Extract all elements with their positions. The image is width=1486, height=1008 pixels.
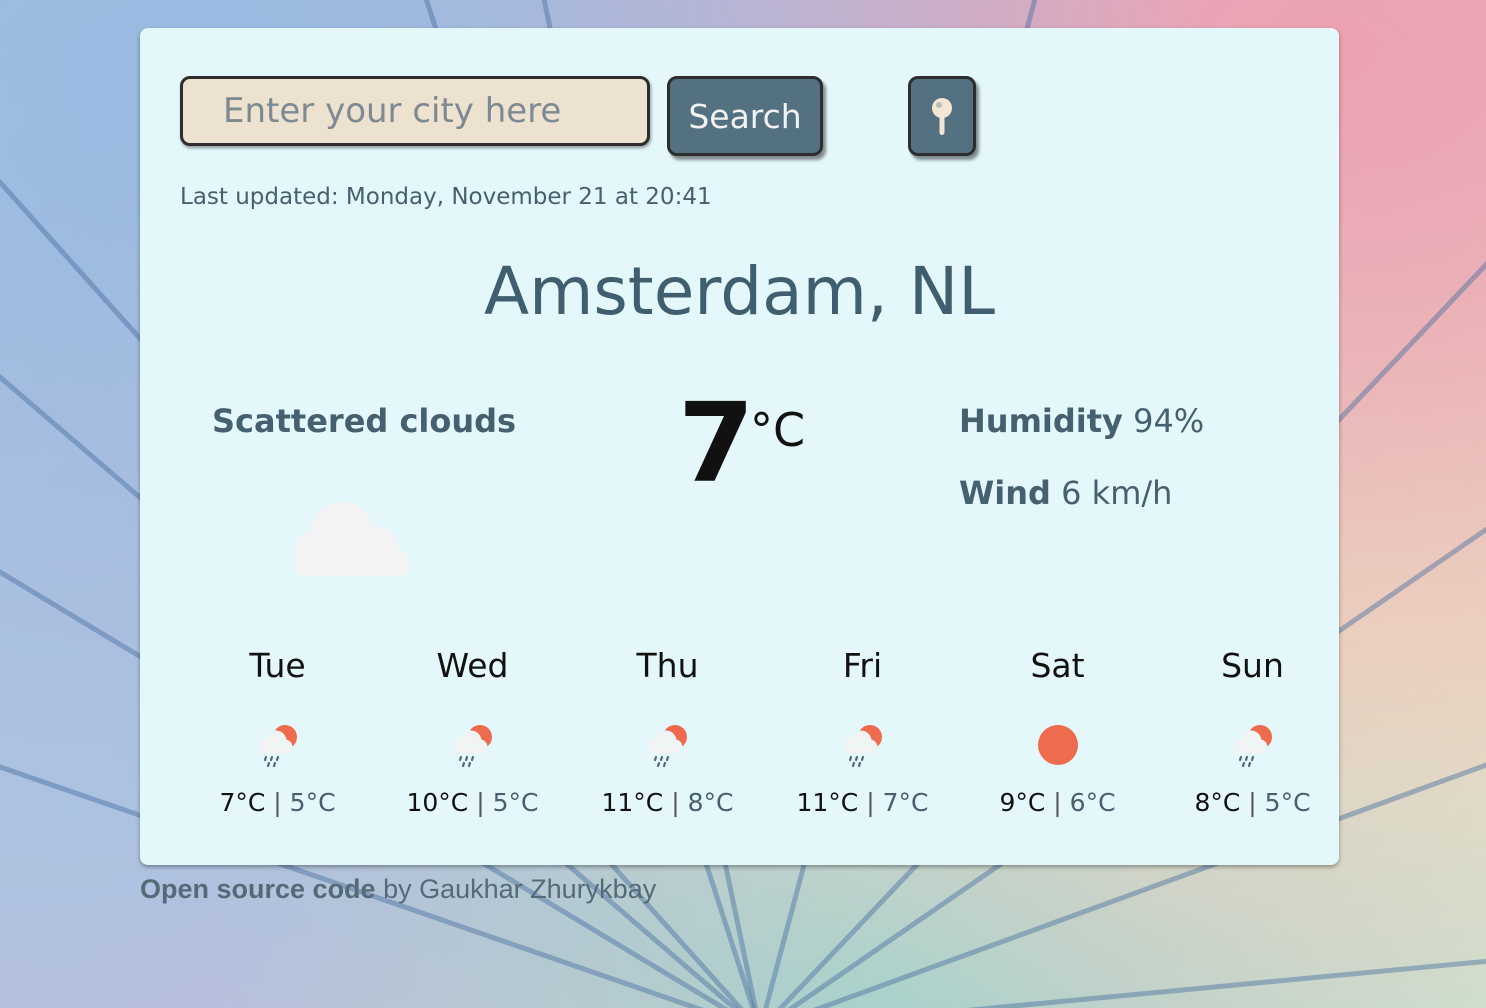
rain-sun-icon: [1232, 725, 1272, 768]
forecast-max: 7°C: [219, 788, 266, 817]
forecast-day-name: Sun: [1221, 646, 1284, 685]
forecast-min: 8°C: [687, 788, 734, 817]
forecast-day: Thu 11°C | 8°C: [570, 644, 765, 817]
wind-value: 6 km/h: [1061, 474, 1173, 512]
forecast-min: 5°C: [1264, 788, 1311, 817]
search-button[interactable]: Search: [667, 76, 823, 156]
forecast-max: 9°C: [999, 788, 1046, 817]
rain-sun-icon: [647, 725, 687, 768]
forecast-day: Sun 8°C | 5°C: [1155, 644, 1350, 817]
forecast-day: Fri 11°C | 7°C: [765, 644, 960, 817]
forecast-temps: 10°C | 5°C: [375, 788, 570, 817]
forecast-day: Tue 7°C | 5°C: [180, 644, 375, 817]
rain-sun-icon: [842, 725, 882, 768]
forecast-separator: |: [1248, 788, 1257, 817]
forecast-day-name: Wed: [436, 646, 509, 685]
forecast-separator: |: [866, 788, 875, 817]
forecast-max: 11°C: [796, 788, 859, 817]
forecast-min: 5°C: [492, 788, 539, 817]
forecast-day-name: Tue: [249, 646, 306, 685]
open-source-link[interactable]: Open source code: [140, 874, 376, 904]
city-search-input[interactable]: [180, 76, 650, 146]
wind: Wind 6 km/h: [959, 474, 1172, 512]
forecast-day-name: Thu: [636, 646, 699, 685]
last-updated-text: Last updated: Monday, November 21 at 20:…: [180, 184, 712, 210]
forecast-temps: 8°C | 5°C: [1155, 788, 1350, 817]
forecast-separator: |: [476, 788, 485, 817]
forecast-separator: |: [671, 788, 680, 817]
footer: Open source code by Gaukhar Zhurykbay: [140, 874, 656, 905]
forecast-day: Wed 10°C | 5°C: [375, 644, 570, 817]
forecast-temps: 9°C | 6°C: [960, 788, 1155, 817]
forecast-max: 8°C: [1194, 788, 1241, 817]
sun-icon: [1037, 725, 1078, 765]
forecast-temps: 7°C | 5°C: [180, 788, 375, 817]
forecast-separator: |: [273, 788, 282, 817]
location-pin-icon: [932, 98, 952, 135]
cloud-icon: [294, 502, 410, 576]
forecast-day-name: Sat: [1030, 646, 1085, 685]
city-name: Amsterdam, NL: [483, 253, 996, 330]
forecast-min: 7°C: [882, 788, 929, 817]
current-temperature: 7: [678, 379, 755, 507]
forecast-max: 11°C: [601, 788, 664, 817]
humidity-label: Humidity: [959, 402, 1123, 440]
rain-sun-icon: [257, 725, 297, 768]
forecast-day: Sat 9°C | 6°C: [960, 644, 1155, 817]
rain-sun-icon: [452, 725, 492, 768]
temperature-unit: °C: [750, 403, 806, 457]
humidity-value: 94%: [1133, 402, 1205, 440]
forecast-min: 5°C: [289, 788, 336, 817]
weather-card: Search Last updated: Monday, November 21…: [140, 28, 1339, 865]
footer-author: by Gaukhar Zhurykbay: [383, 874, 657, 904]
forecast-day-name: Fri: [842, 646, 883, 685]
wind-label: Wind: [959, 474, 1051, 512]
forecast-separator: |: [1053, 788, 1062, 817]
forecast-temps: 11°C | 8°C: [570, 788, 765, 817]
forecast-max: 10°C: [406, 788, 469, 817]
forecast: Tue 7°C | 5°C Wed 10°C | 5°C Thu 11°C | …: [180, 644, 1348, 817]
current-location-button[interactable]: [908, 76, 976, 156]
weather-description: Scattered clouds: [212, 402, 517, 440]
forecast-temps: 11°C | 7°C: [765, 788, 960, 817]
humidity: Humidity 94%: [959, 402, 1204, 440]
forecast-min: 6°C: [1069, 788, 1116, 817]
